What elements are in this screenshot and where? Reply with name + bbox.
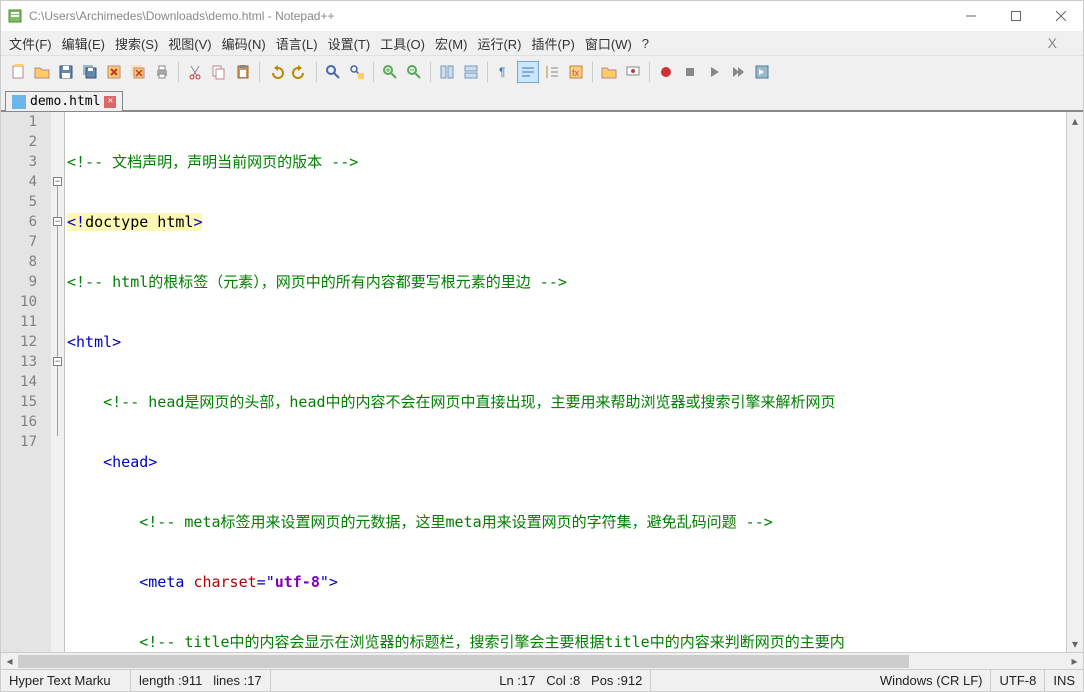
- line-number-gutter: 1 2 3 4 5 6 7 8 9 10 11 12 13 14 15 16 1…: [1, 112, 51, 652]
- menu-run[interactable]: 运行(R): [477, 34, 521, 53]
- menu-help[interactable]: ?: [642, 36, 649, 51]
- status-mode[interactable]: INS: [1045, 670, 1083, 691]
- play-icon[interactable]: [703, 61, 725, 83]
- toggle-wrap-icon[interactable]: [517, 61, 539, 83]
- scroll-left-icon[interactable]: ◂: [1, 653, 18, 670]
- toggle-ws-icon[interactable]: ¶: [493, 61, 515, 83]
- open-file-icon[interactable]: [31, 61, 53, 83]
- menu-tools[interactable]: 工具(O): [380, 34, 425, 53]
- svg-text:¶: ¶: [499, 65, 505, 79]
- save-all-icon[interactable]: [79, 61, 101, 83]
- replace-icon[interactable]: [346, 61, 368, 83]
- menu-bar: 文件(F) 编辑(E) 搜索(S) 视图(V) 编码(N) 语言(L) 设置(T…: [1, 31, 1083, 55]
- fold-column: − − −: [51, 112, 65, 652]
- file-icon: [12, 95, 26, 109]
- fold-toggle-icon[interactable]: −: [53, 217, 62, 226]
- menu-file[interactable]: 文件(F): [9, 34, 52, 53]
- close-all-icon[interactable]: [127, 61, 149, 83]
- maximize-button[interactable]: [993, 1, 1038, 31]
- status-length: length : 911 lines : 17: [131, 670, 271, 691]
- fold-toggle-icon[interactable]: −: [53, 177, 62, 186]
- menu-language[interactable]: 语言(L): [276, 34, 318, 53]
- toggle-indent-icon[interactable]: [541, 61, 563, 83]
- scroll-thumb[interactable]: [18, 655, 909, 668]
- user-lang-icon[interactable]: fx: [565, 61, 587, 83]
- paste-icon[interactable]: [232, 61, 254, 83]
- menu-edit[interactable]: 编辑(E): [62, 34, 105, 53]
- save-macro-icon[interactable]: [751, 61, 773, 83]
- toolbar: ¶ fx: [1, 55, 1083, 87]
- menu-plugins[interactable]: 插件(P): [532, 34, 575, 53]
- menu-encoding[interactable]: 编码(N): [222, 34, 266, 53]
- close-tab-icon[interactable]: ✕: [104, 96, 116, 108]
- zoom-in-icon[interactable]: [379, 61, 401, 83]
- status-language: Hyper Text Marku: [1, 670, 131, 691]
- tab-demo-html[interactable]: demo.html ✕: [5, 91, 123, 111]
- menu-view[interactable]: 视图(V): [168, 34, 211, 53]
- menu-macro[interactable]: 宏(M): [435, 34, 468, 53]
- copy-icon[interactable]: [208, 61, 230, 83]
- code-area[interactable]: <!-- 文档声明，声明当前网页的版本 --> <!doctype html> …: [65, 112, 1066, 652]
- scroll-right-icon[interactable]: ▸: [1066, 653, 1083, 670]
- folder-icon[interactable]: [598, 61, 620, 83]
- editor: 1 2 3 4 5 6 7 8 9 10 11 12 13 14 15 16 1…: [1, 111, 1083, 652]
- sync-v-icon[interactable]: [436, 61, 458, 83]
- tab-bar: demo.html ✕: [1, 87, 1083, 111]
- tab-label: demo.html: [30, 94, 100, 109]
- close-doc-button[interactable]: X: [1040, 35, 1065, 51]
- svg-text:fx: fx: [572, 68, 580, 78]
- app-icon: [7, 8, 23, 24]
- play-multi-icon[interactable]: [727, 61, 749, 83]
- stop-icon[interactable]: [679, 61, 701, 83]
- redo-icon[interactable]: [289, 61, 311, 83]
- window-controls: [948, 1, 1083, 31]
- print-icon[interactable]: [151, 61, 173, 83]
- zoom-out-icon[interactable]: [403, 61, 425, 83]
- close-file-icon[interactable]: [103, 61, 125, 83]
- menu-search[interactable]: 搜索(S): [115, 34, 158, 53]
- horizontal-scrollbar[interactable]: ◂ ▸: [1, 652, 1083, 669]
- menu-window[interactable]: 窗口(W): [585, 34, 632, 53]
- monitor-icon[interactable]: [622, 61, 644, 83]
- record-icon[interactable]: [655, 61, 677, 83]
- menu-settings[interactable]: 设置(T): [328, 34, 371, 53]
- undo-icon[interactable]: [265, 61, 287, 83]
- status-eol[interactable]: Windows (CR LF): [872, 670, 992, 691]
- vertical-scrollbar[interactable]: ▴ ▾: [1066, 112, 1083, 652]
- find-icon[interactable]: [322, 61, 344, 83]
- title-bar: C:\Users\Archimedes\Downloads\demo.html …: [1, 1, 1083, 31]
- scroll-down-icon[interactable]: ▾: [1067, 635, 1083, 652]
- sync-h-icon[interactable]: [460, 61, 482, 83]
- close-button[interactable]: [1038, 1, 1083, 31]
- status-encoding[interactable]: UTF-8: [991, 670, 1045, 691]
- new-file-icon[interactable]: [7, 61, 29, 83]
- window-title: C:\Users\Archimedes\Downloads\demo.html …: [29, 9, 948, 23]
- scroll-up-icon[interactable]: ▴: [1067, 112, 1083, 129]
- cut-icon[interactable]: [184, 61, 206, 83]
- save-icon[interactable]: [55, 61, 77, 83]
- status-position: Ln : 17 Col : 8 Pos : 912: [491, 670, 651, 691]
- fold-toggle-icon[interactable]: −: [53, 357, 62, 366]
- minimize-button[interactable]: [948, 1, 993, 31]
- status-bar: Hyper Text Marku length : 911 lines : 17…: [1, 669, 1083, 691]
